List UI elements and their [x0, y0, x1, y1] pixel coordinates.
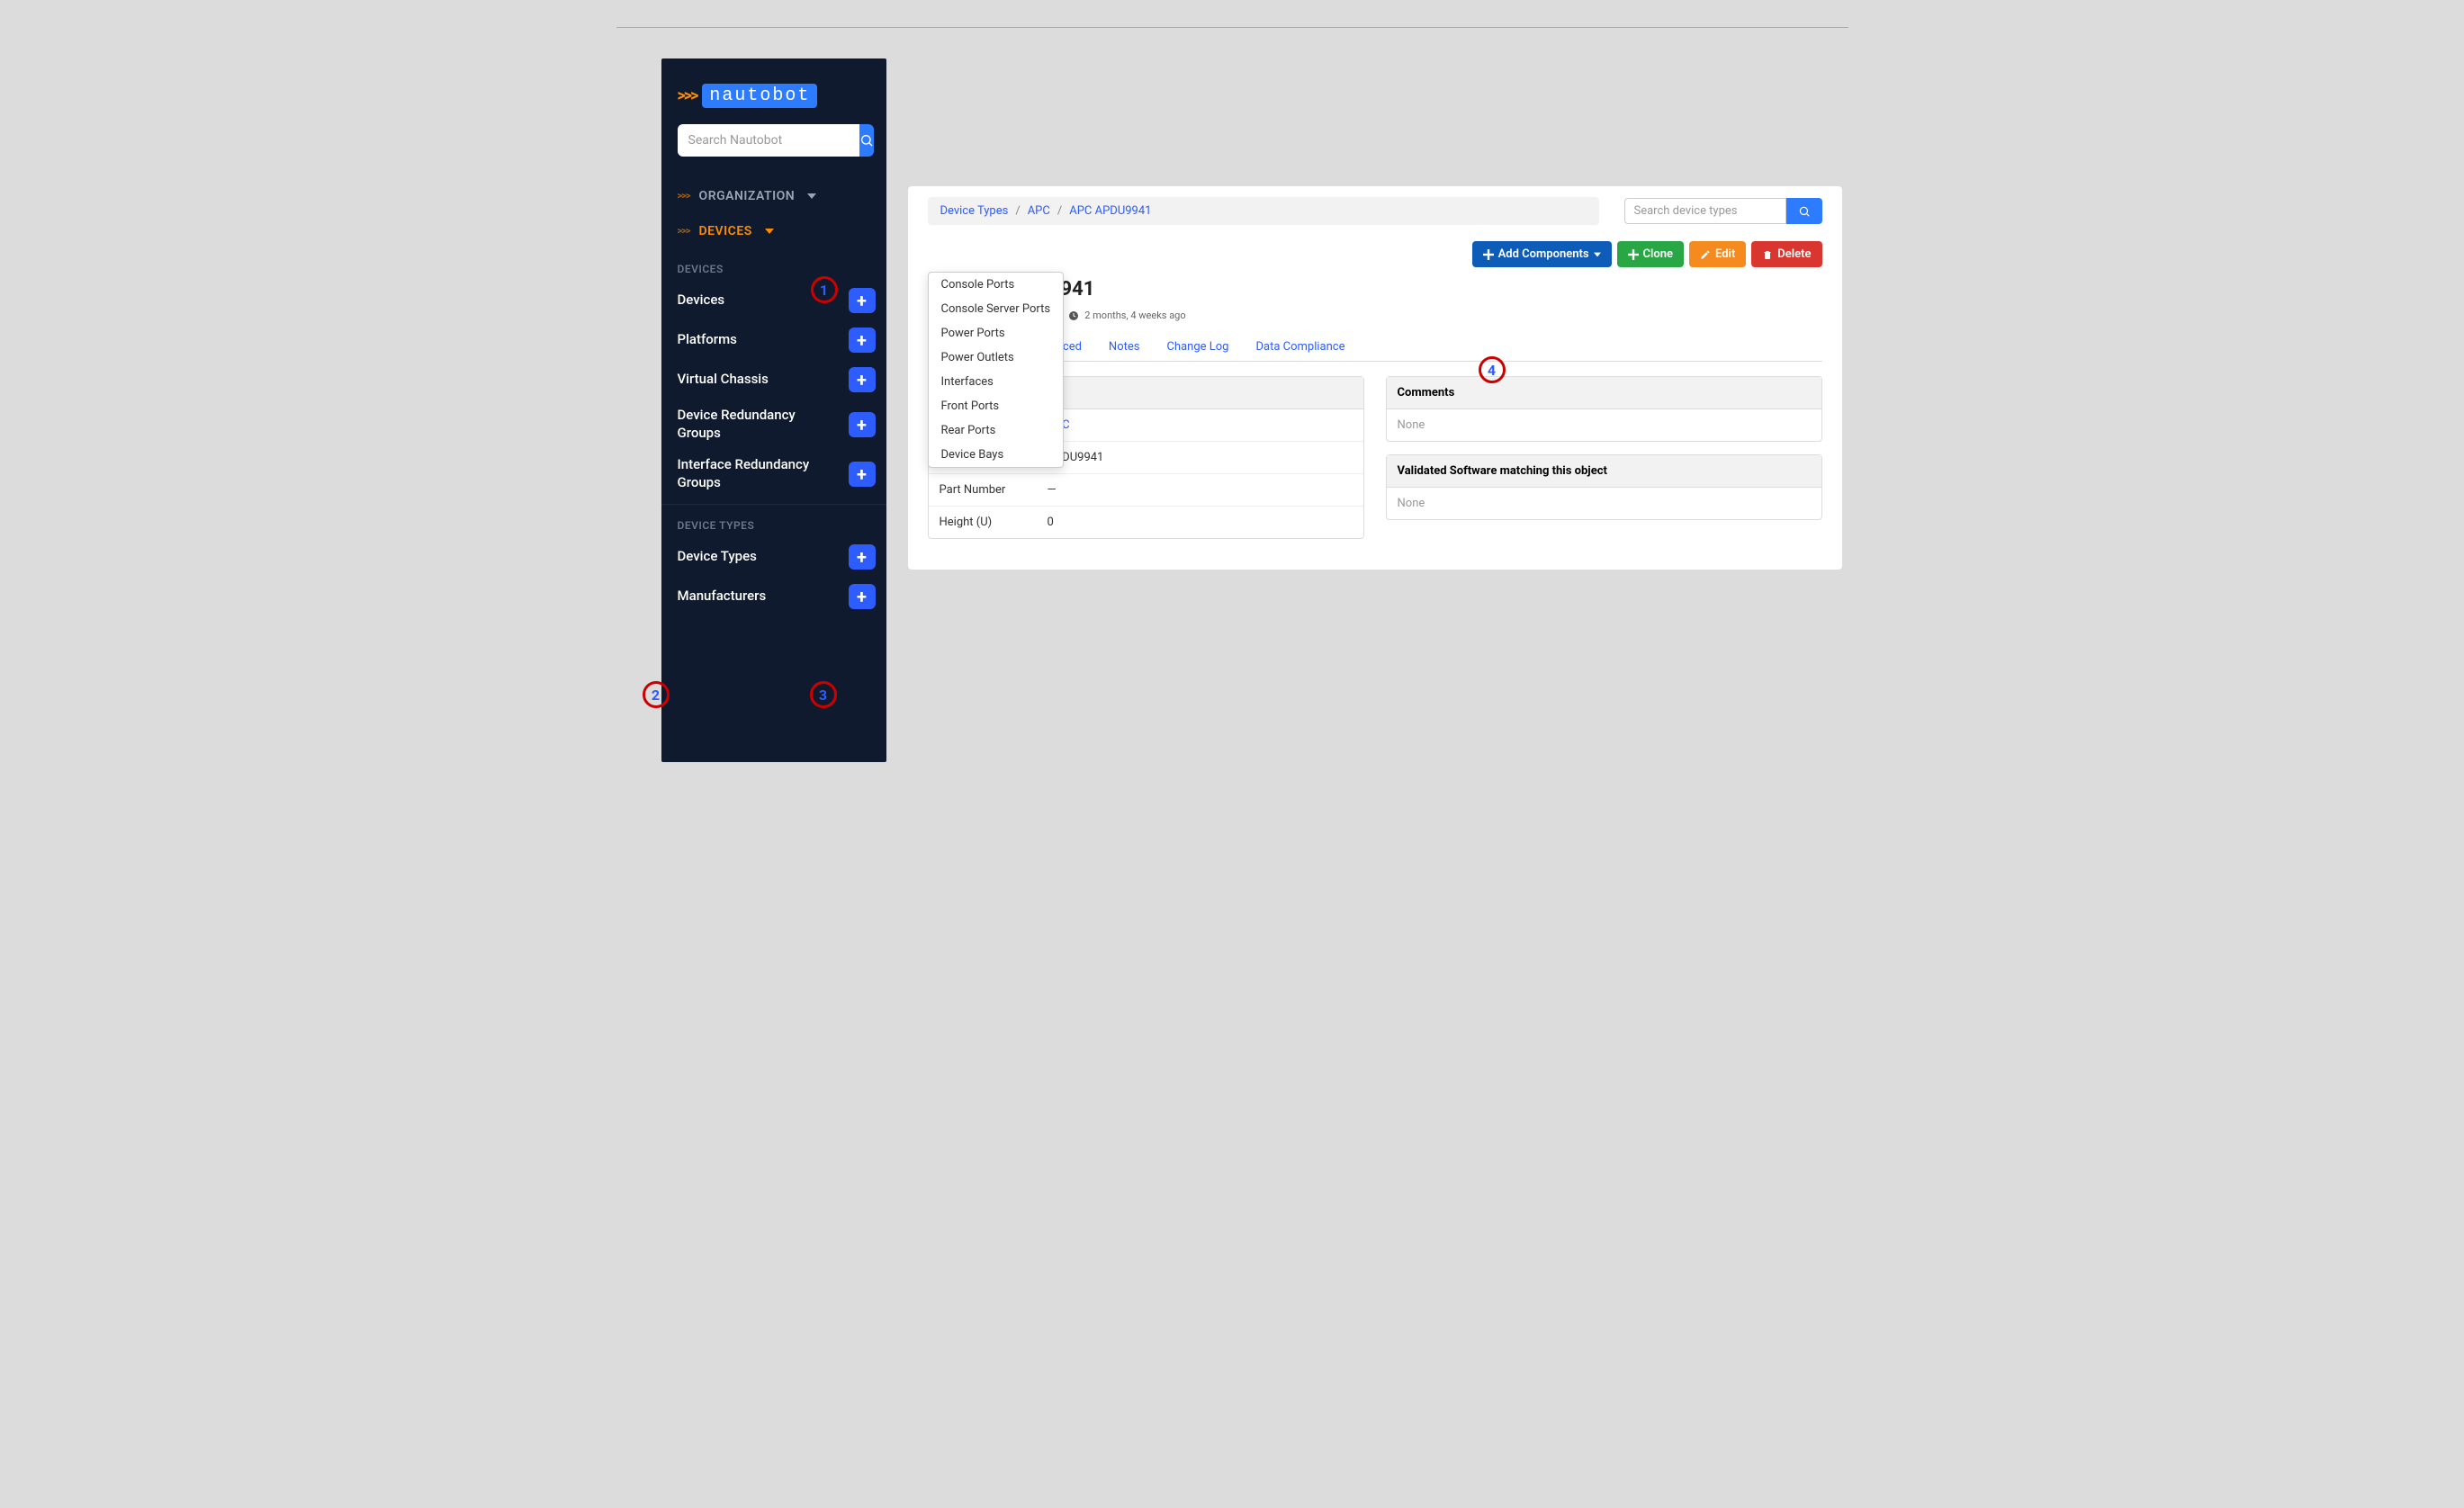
sidebar-item-virtual-chassis[interactable]: Virtual Chassis + — [661, 360, 886, 399]
plus-icon: + — [857, 331, 867, 349]
sidebar-item-label: Interface Redundancy Groups — [678, 456, 822, 491]
breadcrumb-link[interactable]: APC APDU9941 — [1069, 204, 1151, 218]
plus-icon — [1483, 249, 1494, 260]
add-components-button[interactable]: Add Components — [1472, 241, 1612, 267]
dropdown-item-console-ports[interactable]: Console Ports — [929, 273, 1064, 297]
pencil-icon — [1700, 249, 1711, 260]
kv-value: — — [1048, 483, 1057, 497]
sidebar: >>> nautobot >>> ORGANIZATION >>> DEVICE… — [661, 58, 886, 762]
breadcrumb: Device Types / APC / APC APDU9941 — [928, 197, 1599, 225]
sidebar-item-manufacturers[interactable]: Manufacturers + — [661, 577, 886, 616]
dropdown-item-front-ports[interactable]: Front Ports — [929, 394, 1064, 418]
plus-icon: + — [857, 588, 867, 606]
add-button[interactable]: + — [849, 584, 876, 609]
nav-group-title-devices: DEVICES — [661, 254, 886, 281]
plus-icon: + — [857, 548, 867, 566]
plus-icon: + — [857, 371, 867, 389]
dropdown-item-console-server-ports[interactable]: Console Server Ports — [929, 297, 1064, 321]
sidebar-item-label: Device Redundancy Groups — [678, 407, 822, 442]
divider — [661, 504, 886, 505]
sidebar-item-devices[interactable]: Devices + — [661, 281, 886, 320]
breadcrumb-separator: / — [1057, 204, 1062, 218]
dropdown-item-power-ports[interactable]: Power Ports — [929, 321, 1064, 346]
search-icon — [859, 133, 874, 148]
panel-body: None — [1387, 409, 1821, 441]
kv-row-height: Height (U) 0 — [929, 507, 1363, 538]
plus-icon: + — [857, 465, 867, 483]
dropdown-item-power-outlets[interactable]: Power Outlets — [929, 346, 1064, 370]
edit-button[interactable]: Edit — [1689, 241, 1746, 267]
add-button[interactable]: + — [849, 412, 876, 437]
chevrons-icon: >>> — [678, 225, 690, 237]
device-type-search-input[interactable] — [1624, 198, 1786, 224]
search-icon — [1798, 205, 1811, 218]
add-button[interactable]: + — [849, 328, 876, 353]
panel-heading: Validated Software matching this object — [1387, 455, 1821, 488]
nav-section-devices[interactable]: >>> DEVICES — [661, 213, 886, 248]
breadcrumb-link[interactable]: APC — [1028, 204, 1050, 218]
sidebar-item-interface-redundancy-groups[interactable]: Interface Redundancy Groups + — [661, 449, 886, 498]
logo[interactable]: >>> nautobot — [661, 58, 886, 124]
kv-key: Part Number — [940, 483, 1048, 497]
kv-value: 0 — [1048, 516, 1054, 529]
nav-section-organization[interactable]: >>> ORGANIZATION — [661, 178, 886, 213]
tab-notes[interactable]: Notes — [1095, 332, 1154, 361]
sidebar-item-label: Manufacturers — [678, 588, 767, 606]
add-button[interactable]: + — [849, 544, 876, 570]
add-button[interactable]: + — [849, 462, 876, 487]
updated-timestamp: 2 months, 4 weeks ago — [1084, 310, 1185, 321]
plus-icon — [1628, 249, 1639, 260]
add-button[interactable]: + — [849, 367, 876, 392]
add-button[interactable]: + — [849, 288, 876, 313]
plus-icon: + — [857, 292, 867, 310]
sidebar-item-platforms[interactable]: Platforms + — [661, 320, 886, 360]
validated-software-panel: Validated Software matching this object … — [1386, 454, 1822, 520]
nav-group-title-device-types: DEVICE TYPES — [661, 510, 886, 537]
clone-button[interactable]: Clone — [1617, 241, 1685, 267]
global-search-input[interactable] — [678, 124, 859, 157]
kv-key: Height (U) — [940, 516, 1048, 529]
logo-text: nautobot — [702, 84, 817, 108]
sidebar-item-label: Platforms — [678, 331, 737, 349]
breadcrumb-link[interactable]: Device Types — [940, 204, 1009, 218]
panel-body: None — [1387, 488, 1821, 519]
trash-icon — [1762, 249, 1773, 260]
caret-down-icon — [807, 187, 816, 204]
nav-section-label: ORGANIZATION — [699, 189, 796, 203]
panel-heading: Comments — [1387, 377, 1821, 409]
sidebar-item-label: Virtual Chassis — [678, 371, 769, 389]
device-type-search-button[interactable] — [1786, 198, 1822, 224]
add-components-dropdown: Console Ports Console Server Ports Power… — [928, 272, 1065, 468]
dropdown-item-rear-ports[interactable]: Rear Ports — [929, 418, 1064, 443]
tab-change-log[interactable]: Change Log — [1153, 332, 1242, 361]
sidebar-item-label: Device Types — [678, 548, 757, 566]
chevrons-icon: >>> — [678, 86, 697, 105]
sidebar-item-device-types[interactable]: Device Types + — [661, 537, 886, 577]
chevrons-icon: >>> — [678, 190, 690, 202]
caret-down-icon — [765, 222, 774, 239]
dropdown-item-device-bays[interactable]: Device Bays — [929, 443, 1064, 467]
nav-section-label: DEVICES — [699, 224, 752, 238]
comments-panel: Comments None — [1386, 376, 1822, 442]
global-search-button[interactable] — [859, 124, 874, 157]
caret-down-icon — [1594, 251, 1601, 258]
tab-data-compliance[interactable]: Data Compliance — [1242, 332, 1358, 361]
sidebar-item-label: Devices — [678, 292, 725, 310]
delete-button[interactable]: Delete — [1751, 241, 1821, 267]
dropdown-item-interfaces[interactable]: Interfaces — [929, 370, 1064, 394]
button-label: Clone — [1643, 247, 1674, 261]
breadcrumb-separator: / — [1015, 204, 1020, 218]
button-label: Edit — [1715, 247, 1735, 261]
kv-row-part-number: Part Number — — [929, 474, 1363, 507]
main-content: Device Types / APC / APC APDU9941 Add Co… — [908, 186, 1842, 570]
button-label: Delete — [1777, 247, 1811, 261]
clock-icon — [1068, 310, 1079, 321]
sidebar-item-device-redundancy-groups[interactable]: Device Redundancy Groups + — [661, 399, 886, 449]
button-label: Add Components — [1498, 247, 1589, 261]
plus-icon: + — [857, 416, 867, 434]
